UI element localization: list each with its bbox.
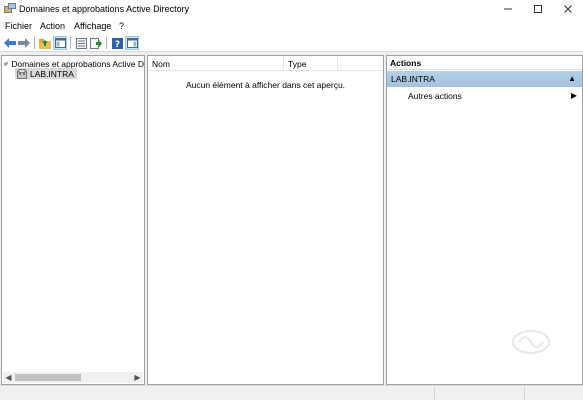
column-nom[interactable]: Nom bbox=[152, 59, 170, 69]
action-autres-actions[interactable]: Autres actions ▶ bbox=[387, 89, 582, 103]
tree-item-lab-intra[interactable]: LAB.INTRA bbox=[15, 68, 77, 79]
close-icon bbox=[564, 5, 572, 13]
horizontal-scrollbar[interactable]: ◀ ▶ bbox=[3, 372, 143, 383]
menu-bar: Fichier Action Affichage ? bbox=[0, 18, 583, 34]
results-pane: Nom Type Aucun élément à afficher dans c… bbox=[147, 55, 384, 385]
show-hide-action-pane-icon bbox=[126, 38, 138, 48]
up-one-level-button[interactable] bbox=[38, 36, 52, 50]
scroll-left-icon[interactable]: ◀ bbox=[3, 372, 14, 383]
maximize-button[interactable] bbox=[522, 0, 554, 18]
status-bar-divider bbox=[434, 387, 435, 400]
export-list-icon bbox=[90, 37, 102, 49]
actions-section-title: LAB.INTRA bbox=[391, 74, 435, 84]
watermark-logo bbox=[512, 330, 550, 354]
help-icon: ? bbox=[111, 37, 123, 49]
title-bar: Domaines et approbations Active Director… bbox=[0, 0, 583, 18]
help-button[interactable]: ? bbox=[110, 36, 124, 50]
back-arrow-icon bbox=[4, 38, 16, 48]
menu-help[interactable]: ? bbox=[119, 21, 124, 31]
minimize-button[interactable] bbox=[492, 0, 524, 18]
tree-item-lab-intra-label: LAB.INTRA bbox=[30, 68, 74, 79]
close-button[interactable] bbox=[552, 0, 583, 18]
folder-up-icon bbox=[39, 38, 51, 49]
status-bar-divider bbox=[524, 387, 525, 400]
minimize-icon bbox=[504, 8, 512, 10]
back-button[interactable] bbox=[3, 36, 17, 50]
scroll-right-icon[interactable]: ▶ bbox=[132, 372, 143, 383]
show-hide-console-tree-button[interactable] bbox=[53, 36, 67, 50]
active-directory-domains-icon bbox=[4, 61, 9, 66]
console-tree-pane: Domaines et approbations Active D LAB.IN… bbox=[1, 55, 145, 385]
show-hide-action-pane-button[interactable] bbox=[125, 36, 139, 50]
status-bar bbox=[0, 385, 583, 400]
export-list-button[interactable] bbox=[89, 36, 103, 50]
menu-fichier[interactable]: Fichier bbox=[5, 21, 32, 31]
actions-pane: Actions LAB.INTRA ▲ Autres actions ▶ bbox=[386, 55, 583, 385]
column-type[interactable]: Type bbox=[288, 59, 306, 69]
toolbar-separator bbox=[34, 37, 35, 49]
domain-icon bbox=[17, 68, 27, 79]
menu-affichage[interactable]: Affichage bbox=[74, 21, 111, 31]
scrollbar-thumb[interactable] bbox=[15, 374, 81, 381]
menu-action[interactable]: Action bbox=[40, 21, 65, 31]
show-hide-console-tree-icon bbox=[54, 38, 66, 48]
submenu-arrow-icon: ▶ bbox=[570, 91, 577, 100]
collapse-up-icon[interactable]: ▲ bbox=[568, 74, 576, 83]
toolbar: ? bbox=[0, 34, 583, 52]
column-divider[interactable] bbox=[337, 56, 338, 70]
properties-icon bbox=[75, 37, 87, 49]
column-header: Nom Type bbox=[148, 56, 383, 71]
action-autres-actions-label: Autres actions bbox=[408, 91, 462, 101]
forward-button[interactable] bbox=[17, 36, 31, 50]
maximize-icon bbox=[534, 5, 542, 13]
tree-item-root-label: Domaines et approbations Active D bbox=[11, 58, 144, 69]
svg-text:?: ? bbox=[114, 40, 119, 49]
actions-section-lab-intra[interactable]: LAB.INTRA ▲ bbox=[387, 71, 582, 87]
toolbar-separator bbox=[70, 37, 71, 49]
toolbar-separator bbox=[106, 37, 107, 49]
column-divider[interactable] bbox=[283, 56, 284, 70]
properties-button[interactable] bbox=[74, 36, 88, 50]
empty-list-message: Aucun élément à afficher dans cet aperçu… bbox=[185, 80, 346, 90]
actions-header: Actions bbox=[387, 56, 582, 70]
forward-arrow-icon bbox=[18, 38, 30, 48]
window-title: Domaines et approbations Active Director… bbox=[19, 4, 190, 14]
active-directory-domains-icon bbox=[4, 3, 16, 13]
